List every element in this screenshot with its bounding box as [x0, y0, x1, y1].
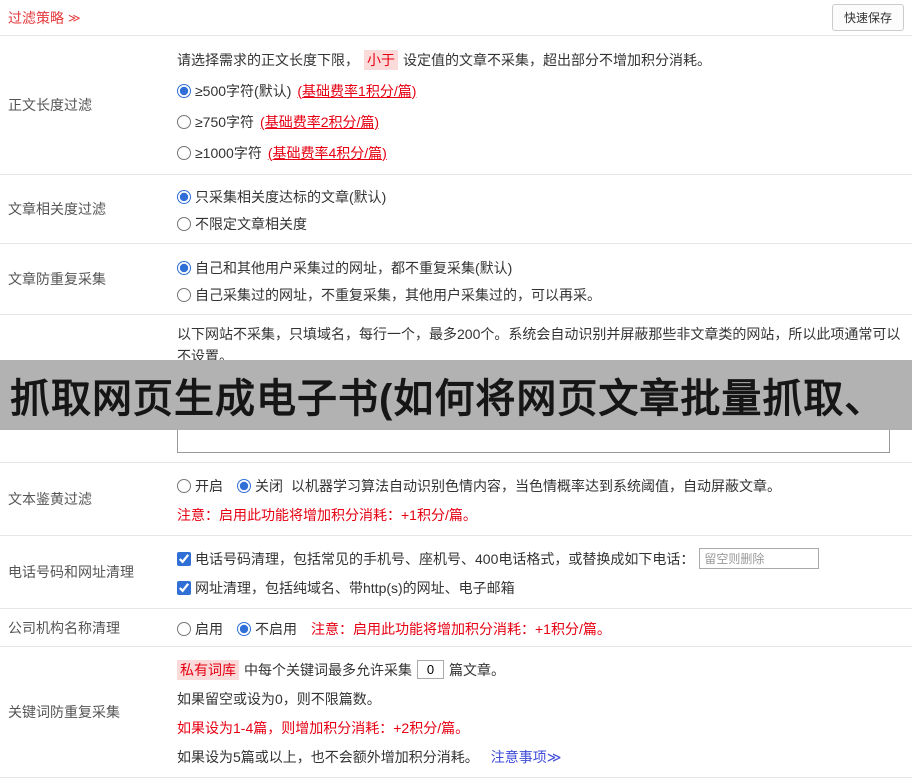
row-label-dedupe: 文章防重复采集: [8, 271, 106, 287]
phone-replace-input[interactable]: [699, 548, 820, 569]
checkbox-option-url-cleanup[interactable]: 网址清理，包括纯域名、带http(s)的网址、电子邮箱: [177, 578, 515, 598]
row-label-porn-filter: 文本鉴黄过滤: [8, 491, 92, 507]
keyword-note-line3: 如果设为1-4篇，则增加积分消耗：+2积分/篇。: [177, 719, 470, 736]
highlight-private-lexicon: 私有词库: [177, 659, 239, 680]
radio-1000chars[interactable]: [177, 145, 191, 160]
page-title-text: 过滤策略: [8, 9, 64, 26]
radio-dedupe-all[interactable]: [177, 260, 191, 275]
keyword-note-line4: 如果设为5篇或以上，也不会额外增加积分消耗。: [177, 748, 479, 765]
watermark-overlay: 抓取网页生成电子书(如何将网页文章批量抓取、: [0, 360, 912, 430]
filter-strategy-title[interactable]: 过滤策略 ≫: [8, 8, 81, 28]
radio-option-relevance-no[interactable]: 不限定文章相关度: [177, 214, 307, 234]
row-label-phone-url: 电话号码和网址清理: [8, 564, 134, 580]
row-keyword-dedupe: 关键词防重复采集 私有词库 中每个关键词最多允许采集 篇文章。 如果留空或设为0…: [0, 647, 912, 778]
row-body-length: 正文长度过滤 请选择需求的正文长度下限， 小于 设定值的文章不采集，超出部分不增…: [0, 36, 912, 175]
checkbox-option-phone-cleanup[interactable]: 电话号码清理，包括常见的手机号、座机号、400电话格式，或替换成如下电话：: [177, 549, 694, 569]
radio-relevance-yes[interactable]: [177, 189, 191, 204]
rate-note-2: (基础费率2积分/篇): [260, 113, 380, 130]
rate-note-3: (基础费率4积分/篇): [267, 144, 387, 161]
radio-porn-off[interactable]: [237, 478, 251, 493]
radio-option-relevance-yes[interactable]: 只采集相关度达标的文章(默认): [177, 187, 386, 207]
radio-option-porn-on[interactable]: 开启: [177, 476, 223, 496]
row-label-keyword: 关键词防重复采集: [8, 704, 120, 720]
row-label-relevance: 文章相关度过滤: [8, 201, 106, 217]
radio-option-dedupe-all[interactable]: 自己和其他用户采集过的网址，都不重复采集(默认): [177, 258, 512, 278]
radio-option-company-on[interactable]: 启用: [177, 619, 223, 639]
row-label-body-length: 正文长度过滤: [8, 97, 92, 113]
row-dedupe: 文章防重复采集 自己和其他用户采集过的网址，都不重复采集(默认) 自己采集过的网…: [0, 244, 912, 315]
porn-filter-desc: 以机器学习算法自动识别色情内容，当色情概率达到系统阈值，自动屏蔽文章。: [291, 477, 781, 494]
topbar: 过滤策略 ≫ 快速保存: [0, 0, 912, 36]
radio-porn-on[interactable]: [177, 478, 191, 493]
radio-option-dedupe-own[interactable]: 自己采集过的网址，不重复采集，其他用户采集过的，可以再采。: [177, 285, 601, 305]
checkbox-url-cleanup[interactable]: [177, 580, 191, 595]
watermark-text: 抓取网页生成电子书(如何将网页文章批量抓取、: [10, 377, 886, 421]
highlight-less-than: 小于: [364, 49, 398, 70]
notice-link[interactable]: 注意事项≫: [491, 747, 562, 767]
radio-option-1000chars[interactable]: ≥1000字符: [177, 143, 262, 163]
radio-dedupe-own[interactable]: [177, 287, 191, 302]
radio-option-porn-off[interactable]: 关闭: [237, 476, 283, 496]
radio-company-off[interactable]: [237, 621, 251, 636]
quick-save-button[interactable]: 快速保存: [831, 4, 904, 31]
rate-note-1: (基础费率1积分/篇): [297, 82, 417, 99]
body-length-intro: 请选择需求的正文长度下限， 小于 设定值的文章不采集，超出部分不增加积分消耗。: [177, 49, 711, 70]
keyword-note-line2: 如果留空或设为0，则不限篇数。: [177, 690, 381, 707]
radio-750chars[interactable]: [177, 114, 191, 129]
row-porn-filter: 文本鉴黄过滤 开启 关闭 以机器学习算法自动识别色情内容，当色情概率达到系统阈值…: [0, 463, 912, 536]
company-cleanup-note: 注意：启用此功能将增加积分消耗：+1积分/篇。: [311, 620, 611, 637]
row-label-company: 公司机构名称清理: [8, 619, 120, 636]
radio-relevance-no[interactable]: [177, 216, 191, 231]
checkbox-phone-cleanup[interactable]: [177, 551, 191, 566]
row-relevance: 文章相关度过滤 只采集相关度达标的文章(默认) 不限定文章相关度: [0, 175, 912, 244]
radio-option-500chars[interactable]: ≥500字符(默认): [177, 81, 291, 101]
radio-500chars[interactable]: [177, 83, 191, 98]
radio-company-on[interactable]: [177, 621, 191, 636]
chevron-icon: ≫: [68, 10, 81, 25]
row-company-cleanup: 公司机构名称清理 启用 不启用 注意：启用此功能将增加积分消耗：+1积分/篇。: [0, 609, 912, 647]
radio-option-750chars[interactable]: ≥750字符: [177, 112, 254, 132]
porn-filter-note: 注意：启用此功能将增加积分消耗：+1积分/篇。: [177, 506, 477, 523]
radio-option-company-off[interactable]: 不启用: [237, 619, 297, 639]
row-phone-url-cleanup: 电话号码和网址清理 电话号码清理，包括常见的手机号、座机号、400电话格式，或替…: [0, 536, 912, 609]
keyword-count-input[interactable]: [417, 660, 444, 679]
